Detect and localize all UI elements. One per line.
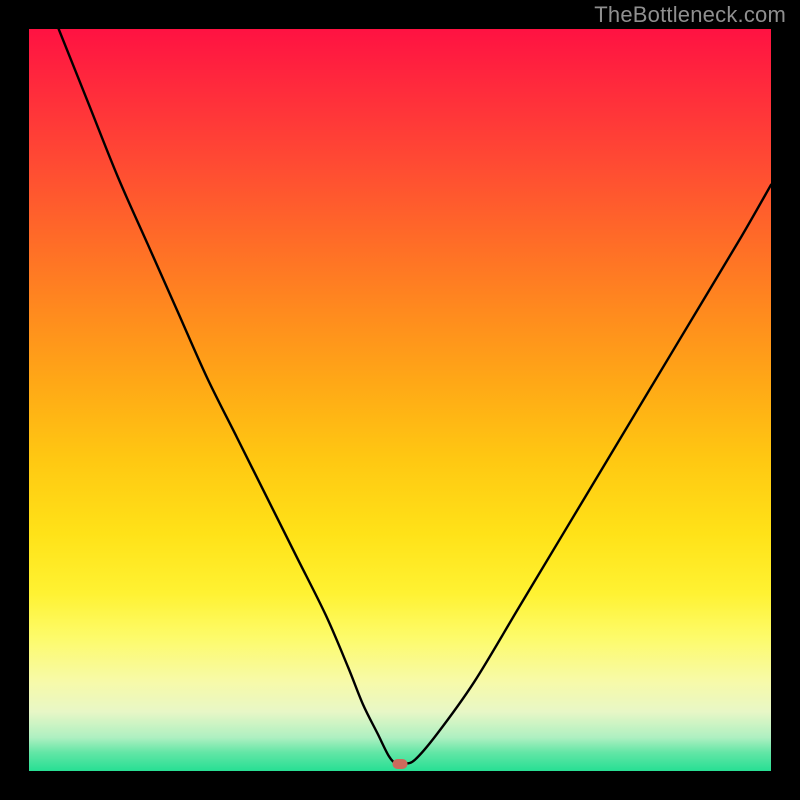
watermark-text: TheBottleneck.com: [594, 2, 786, 28]
bottleneck-curve: [29, 29, 771, 771]
chart-frame: TheBottleneck.com: [0, 0, 800, 800]
optimal-point-marker: [393, 759, 408, 769]
plot-area: [29, 29, 771, 771]
